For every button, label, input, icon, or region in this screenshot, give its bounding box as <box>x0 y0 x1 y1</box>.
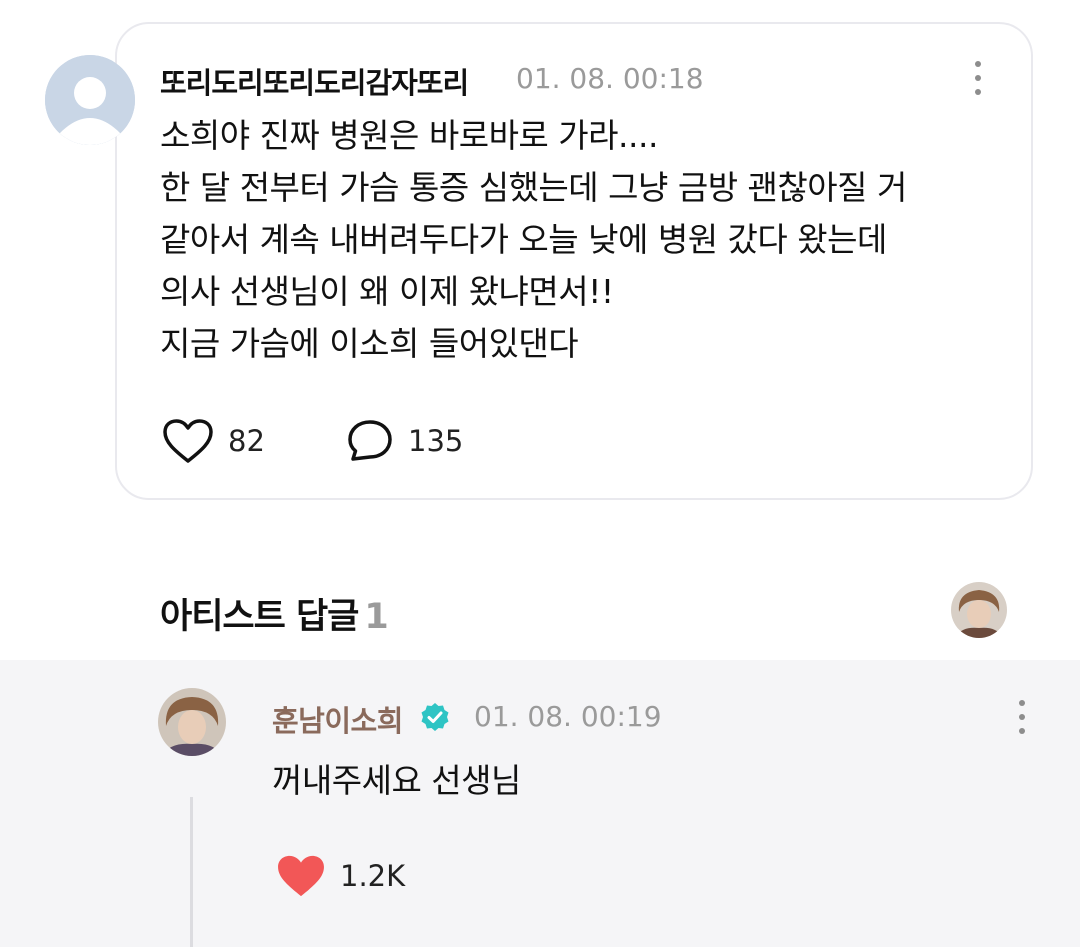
post-comment-count: 135 <box>408 424 464 458</box>
artist-replies-heading: 아티스트 답글 1 <box>160 588 389 639</box>
verified-badge-icon <box>421 703 449 731</box>
artist-reply-section: 훈남이소희 01. 08. 00:19 꺼내주세요 선생님 1.2K <box>0 660 1080 947</box>
post-more-options-icon[interactable] <box>968 58 988 98</box>
heart-outline-icon <box>163 419 213 463</box>
reply-more-options-icon[interactable] <box>1012 697 1032 737</box>
post-text-line: 한 달 전부터 가슴 통증 심했는데 그냥 금방 괜찮아질 거 <box>160 168 907 207</box>
reply-artist-avatar[interactable] <box>158 688 226 756</box>
post-like-count: 82 <box>228 424 265 458</box>
post-body: 소희야 진짜 병원은 바로바로 가라.... 한 달 전부터 가슴 통증 심했는… <box>160 110 1020 370</box>
page: 또리도리또리도리감자또리 01. 08. 00:18 소희야 진짜 병원은 바로… <box>0 0 1080 947</box>
artist-replies-title: 아티스트 답글 <box>160 597 359 637</box>
post-author-name[interactable]: 또리도리또리도리감자또리 <box>160 60 469 102</box>
thread-connector-line <box>190 797 193 947</box>
post-text-line: 같아서 계속 내버려두다가 오늘 낮에 병원 갔다 왔는데 <box>160 220 887 259</box>
reply-like-button[interactable]: 1.2K <box>276 854 405 898</box>
heart-filled-icon <box>278 855 324 897</box>
reply-timestamp: 01. 08. 00:19 <box>474 700 662 733</box>
default-avatar-icon[interactable] <box>45 55 135 145</box>
post-like-button[interactable]: 82 <box>162 418 265 464</box>
post-text-line: 소희야 진짜 병원은 바로바로 가라.... <box>160 116 658 155</box>
post-text-line: 지금 가슴에 이소희 들어있댄다 <box>160 324 579 363</box>
post-timestamp: 01. 08. 00:18 <box>516 62 704 95</box>
reply-author-name[interactable]: 훈남이소희 <box>272 698 403 740</box>
reply-like-count: 1.2K <box>340 859 406 893</box>
artist-replies-count: 1 <box>364 597 388 637</box>
post-text-line: 의사 선생님이 왜 이제 왔냐면서!! <box>160 272 614 311</box>
reply-text: 꺼내주세요 선생님 <box>272 761 521 800</box>
comment-bubble-icon <box>348 420 392 461</box>
post-comment-button[interactable]: 135 <box>346 418 463 464</box>
artist-avatar[interactable] <box>951 582 1007 638</box>
